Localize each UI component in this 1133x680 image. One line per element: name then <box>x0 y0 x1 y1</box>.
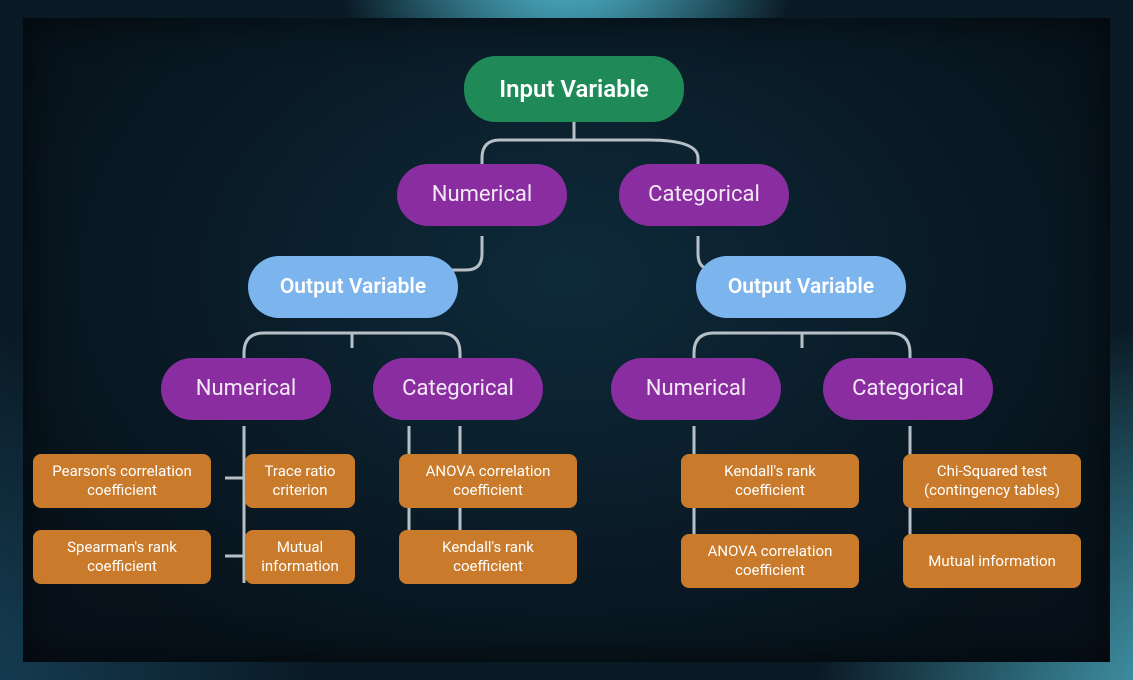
leaf-trace-ratio: Trace ratio criterion <box>245 454 355 508</box>
input-categorical-node: Categorical <box>619 164 789 226</box>
left-categorical-node: Categorical <box>373 358 543 420</box>
leaf-kendall-1: Kendall's rank coefficient <box>399 530 577 584</box>
left-numerical-node: Numerical <box>161 358 331 420</box>
leaf-mutual-info-1: Mutual information <box>245 530 355 584</box>
leaf-pearson: Pearson's correlation coefficient <box>33 454 211 508</box>
input-numerical-node: Numerical <box>397 164 567 226</box>
output-variable-right-node: Output Variable <box>696 256 906 318</box>
right-numerical-node: Numerical <box>611 358 781 420</box>
leaf-chi-squared: Chi-Squared test (contingency tables) <box>903 454 1081 508</box>
diagram-panel: Input Variable Numerical Categorical Out… <box>23 18 1110 662</box>
leaf-spearman: Spearman's rank coefficient <box>33 530 211 584</box>
leaf-mutual-info-2: Mutual information <box>903 534 1081 588</box>
right-categorical-node: Categorical <box>823 358 993 420</box>
diagram-frame: Input Variable Numerical Categorical Out… <box>0 0 1133 680</box>
output-variable-left-node: Output Variable <box>248 256 458 318</box>
leaf-anova-2: ANOVA correlation coefficient <box>681 534 859 588</box>
leaf-anova-1: ANOVA correlation coefficient <box>399 454 577 508</box>
leaf-kendall-2: Kendall's rank coefficient <box>681 454 859 508</box>
root-node: Input Variable <box>464 56 684 122</box>
